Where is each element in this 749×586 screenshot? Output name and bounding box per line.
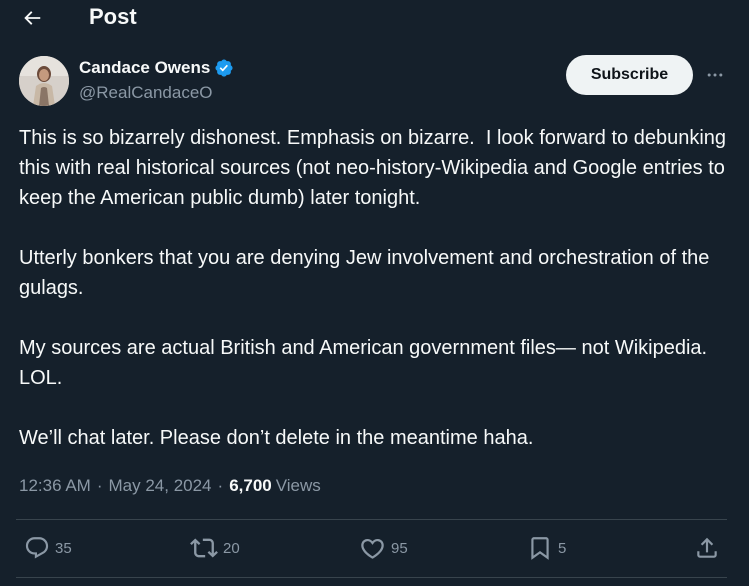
repost-count: 20 [223,539,240,557]
bookmark-button[interactable]: 5 [527,534,566,562]
tweet-text: This is so bizarrely dishonest. Emphasis… [19,123,731,483]
repost-button[interactable]: 20 [190,534,240,562]
repost-icon [190,538,218,558]
share-icon [697,537,717,558]
page-title: Post [89,4,137,29]
reply-button[interactable]: 35 [24,534,72,562]
views-count[interactable]: 6,700 [229,474,272,498]
more-options-button[interactable] [700,62,730,88]
meta-separator: · [217,476,224,495]
reply-count: 35 [55,539,72,557]
more-horizontal-icon [707,73,723,77]
tweet-paragraph: Utterly bonkers that you are denying Jew… [19,247,715,299]
tweet-paragraph: My sources are actual British and Americ… [19,337,719,389]
author-handle[interactable]: @RealCandaceO [79,83,213,103]
share-button[interactable] [694,534,720,562]
heart-icon [361,538,384,559]
like-button[interactable]: 95 [359,534,408,562]
back-button[interactable] [16,2,48,34]
author-name[interactable]: Candace Owens [79,58,210,78]
tweet-date[interactable]: May 24, 2024 [109,474,212,498]
avatar-image [19,56,69,106]
divider [16,519,727,520]
author-name-row: Candace Owens [79,57,234,79]
avatar[interactable] [19,56,69,106]
top-bar: Post [0,0,749,36]
like-count: 95 [391,539,408,557]
bookmark-count: 5 [558,539,567,557]
divider [16,577,727,578]
tweet-paragraph: This is so bizarrely dishonest. Emphasis… [19,127,732,209]
subscribe-button[interactable]: Subscribe [566,55,693,95]
bookmark-icon [531,537,549,560]
views-label: Views [275,476,321,495]
meta-separator: · [96,476,103,495]
arrow-left-icon [24,11,41,25]
verified-badge-icon[interactable] [214,58,234,78]
tweet-metadata: 12:36 AM · May 24, 2024 · 6,700 Views [19,474,321,498]
tweet-time[interactable]: 12:36 AM [19,474,91,498]
tweet-paragraph: We’ll chat later. Please don’t delete in… [19,427,534,449]
reply-icon [25,537,49,559]
